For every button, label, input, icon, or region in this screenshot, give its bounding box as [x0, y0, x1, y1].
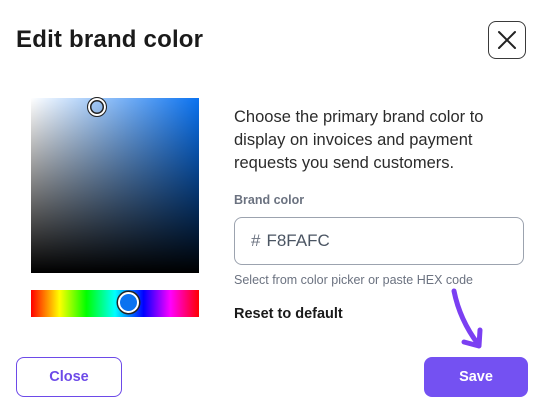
color-picker-handle[interactable]: [87, 97, 107, 117]
hex-color-input[interactable]: [266, 231, 497, 251]
save-button[interactable]: Save: [424, 357, 528, 397]
brand-color-label: Brand color: [234, 193, 305, 207]
reset-to-default-button[interactable]: Reset to default: [234, 306, 343, 322]
hash-symbol: #: [251, 231, 261, 250]
close-icon: [498, 31, 516, 49]
edit-brand-color-dialog: Edit brand color Choose the primary bran…: [0, 0, 545, 411]
hue-slider[interactable]: [31, 290, 199, 317]
hex-input-container[interactable]: #: [234, 217, 524, 265]
dialog-title: Edit brand color: [16, 26, 204, 53]
hue-slider-handle[interactable]: [118, 292, 139, 313]
description-text: Choose the primary brand color to displa…: [234, 108, 484, 172]
annotation-arrow-icon: [451, 288, 483, 349]
helper-text: Select from color picker or paste HEX co…: [234, 273, 473, 287]
close-dialog-button[interactable]: [488, 21, 526, 59]
close-button[interactable]: Close: [16, 357, 122, 397]
saturation-brightness-picker[interactable]: [31, 98, 199, 273]
